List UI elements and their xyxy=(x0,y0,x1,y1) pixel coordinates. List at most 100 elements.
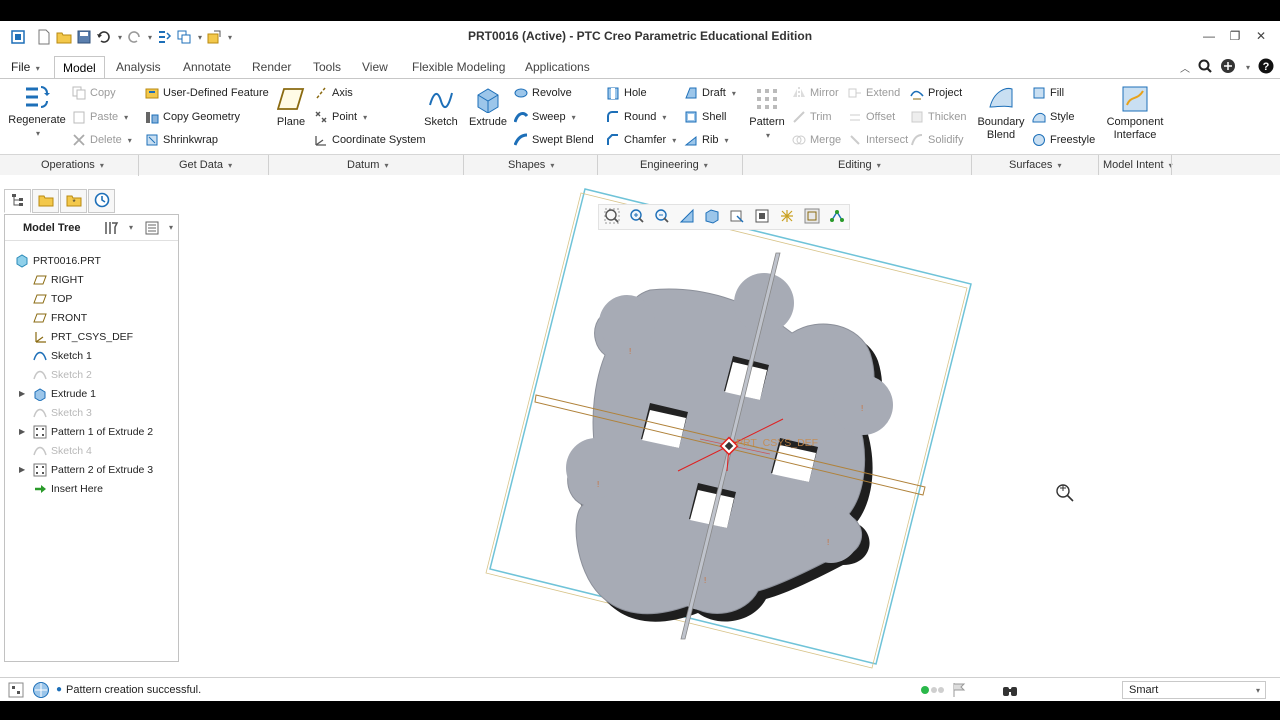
tab-history[interactable] xyxy=(88,189,115,213)
tab-render[interactable]: Render xyxy=(244,56,299,79)
tree-settings-dropdown-icon[interactable]: ▾ xyxy=(129,223,133,232)
user-defined-feature-button[interactable]: User-Defined Feature xyxy=(145,83,269,103)
tab-favorites[interactable]: * xyxy=(60,189,87,213)
model-viewport[interactable]: PRT_CSYS_DEF !!!!! xyxy=(180,175,1280,673)
zoom-out-button[interactable] xyxy=(649,205,674,229)
style-button[interactable]: Style xyxy=(1032,107,1074,127)
find-icon[interactable] xyxy=(1002,682,1018,701)
graphics-window[interactable]: PRT_CSYS_DEF !!!!! xyxy=(180,175,1280,673)
point-button[interactable]: Point ▾ xyxy=(314,107,367,127)
boundary-blend-button[interactable]: Boundary Blend xyxy=(975,85,1027,142)
show-navigator-icon[interactable] xyxy=(8,682,24,701)
freestyle-button[interactable]: Freestyle xyxy=(1032,130,1095,150)
copy-geometry-button[interactable]: Copy Geometry xyxy=(145,107,240,127)
tree-settings-icon[interactable] xyxy=(103,220,119,239)
datum-display-button[interactable] xyxy=(799,205,824,229)
perspective-button[interactable] xyxy=(774,205,799,229)
plane-button[interactable]: Plane xyxy=(274,85,308,129)
extend-button[interactable]: Extend xyxy=(848,83,900,103)
chamfer-button[interactable]: Chamfer ▾ xyxy=(606,130,676,150)
tab-model[interactable]: Model xyxy=(54,56,105,79)
tree-item-sketch-2[interactable]: Sketch 2 xyxy=(33,366,92,384)
paste-button[interactable]: Paste ▾ xyxy=(72,107,128,127)
community-dropdown-icon[interactable]: ▾ xyxy=(1246,63,1250,72)
tree-item-front[interactable]: FRONT xyxy=(33,309,87,327)
tree-item-sketch-3[interactable]: Sketch 3 xyxy=(33,404,92,422)
axis-button[interactable]: Axis xyxy=(314,83,353,103)
tab-folder-browser[interactable] xyxy=(32,189,59,213)
restore-icon[interactable]: ❐ xyxy=(1224,27,1246,45)
solidify-button[interactable]: Solidify xyxy=(910,130,963,150)
group-model-intent[interactable]: Model Intent ▾ xyxy=(1103,159,1173,171)
sweep-button[interactable]: Sweep ▾ xyxy=(513,107,576,127)
group-get-data[interactable]: Get Data ▾ xyxy=(179,159,232,171)
tab-file[interactable]: File ▾ xyxy=(3,56,48,79)
spin-center-button[interactable] xyxy=(824,205,849,229)
project-button[interactable]: Project xyxy=(910,83,962,103)
coordinate-system-button[interactable]: Coordinate System xyxy=(314,130,426,150)
saved-orientations-button[interactable] xyxy=(724,205,749,229)
community-icon[interactable] xyxy=(1220,58,1236,77)
search-icon[interactable] xyxy=(1198,59,1212,76)
tab-analysis[interactable]: Analysis xyxy=(108,56,169,79)
group-datum[interactable]: Datum ▾ xyxy=(347,159,388,171)
tree-item-sketch-4[interactable]: Sketch 4 xyxy=(33,442,92,460)
tree-item-pattern-1[interactable]: Pattern 1 of Extrude 2 xyxy=(33,423,153,441)
tab-view[interactable]: View xyxy=(354,56,396,79)
tree-item-insert-here[interactable]: Insert Here xyxy=(33,480,103,498)
offset-button[interactable]: Offset xyxy=(848,107,895,127)
tree-item-extrude-1[interactable]: Extrude 1 xyxy=(33,385,96,403)
round-button[interactable]: Round ▾ xyxy=(606,107,666,127)
revolve-button[interactable]: Revolve xyxy=(514,83,572,103)
show-browser-icon[interactable] xyxy=(32,681,50,702)
trim-button[interactable]: Trim xyxy=(792,107,832,127)
tree-item-csys[interactable]: PRT_CSYS_DEF xyxy=(33,328,133,346)
swept-blend-button[interactable]: Swept Blend xyxy=(513,130,594,150)
display-style-button[interactable] xyxy=(699,205,724,229)
thicken-button[interactable]: Thicken xyxy=(910,107,967,127)
group-shapes[interactable]: Shapes ▾ xyxy=(508,159,554,171)
tab-applications[interactable]: Applications xyxy=(517,56,598,79)
intersect-button[interactable]: Intersect xyxy=(848,130,908,150)
regenerate-dropdown-icon[interactable]: ▾ xyxy=(10,127,66,140)
tab-tools[interactable]: Tools xyxy=(305,56,349,79)
minimize-ribbon-icon[interactable]: ︿ xyxy=(1180,60,1190,75)
tree-filters-icon[interactable] xyxy=(145,221,159,238)
pattern-dropdown-icon[interactable]: ▾ xyxy=(750,129,786,142)
tab-annotate[interactable]: Annotate xyxy=(175,56,239,79)
tree-item-top[interactable]: TOP xyxy=(33,290,72,308)
tree-item-part[interactable]: PRT0016.PRT xyxy=(15,252,101,270)
shell-button[interactable]: Shell xyxy=(684,107,726,127)
tree-filters-dropdown-icon[interactable]: ▾ xyxy=(169,223,173,232)
shrinkwrap-button[interactable]: Shrinkwrap xyxy=(145,130,218,150)
tree-item-pattern-2[interactable]: Pattern 2 of Extrude 3 xyxy=(33,461,153,479)
tab-model-tree[interactable] xyxy=(4,189,31,213)
extrude-button[interactable]: Extrude xyxy=(467,85,509,129)
help-icon[interactable]: ? xyxy=(1258,58,1274,77)
selection-filter-select[interactable]: Smart ▾ xyxy=(1122,681,1266,699)
tree-item-right[interactable]: RIGHT xyxy=(33,271,84,289)
component-interface-button[interactable]: Component Interface xyxy=(1104,85,1166,142)
close-icon[interactable]: ✕ xyxy=(1250,27,1272,45)
view-manager-button[interactable] xyxy=(749,205,774,229)
draft-button[interactable]: Draft ▾ xyxy=(684,83,736,103)
rib-button[interactable]: Rib ▾ xyxy=(684,130,729,150)
fill-button[interactable]: Fill xyxy=(1032,83,1064,103)
hole-button[interactable]: Hole xyxy=(606,83,647,103)
tab-flexible-modeling[interactable]: Flexible Modeling xyxy=(404,56,513,79)
delete-button[interactable]: Delete ▾ xyxy=(72,130,132,150)
sketch-button[interactable]: Sketch xyxy=(422,85,460,129)
regeneration-status-icon[interactable] xyxy=(920,685,946,698)
regenerate-button[interactable]: Regenerate ▾ xyxy=(8,83,66,140)
group-surfaces[interactable]: Surfaces ▾ xyxy=(1009,159,1062,171)
group-operations[interactable]: Operations ▾ xyxy=(41,159,104,171)
merge-button[interactable]: Merge xyxy=(792,130,841,150)
flag-icon[interactable] xyxy=(952,682,966,701)
expand-icon[interactable]: ▶ xyxy=(19,427,25,436)
repaint-button[interactable] xyxy=(674,205,699,229)
minimize-icon[interactable]: — xyxy=(1198,27,1220,45)
tree-item-sketch-1[interactable]: Sketch 1 xyxy=(33,347,92,365)
expand-icon[interactable]: ▶ xyxy=(19,465,25,474)
expand-icon[interactable]: ▶ xyxy=(19,389,25,398)
pattern-button[interactable]: Pattern ▾ xyxy=(748,85,786,142)
